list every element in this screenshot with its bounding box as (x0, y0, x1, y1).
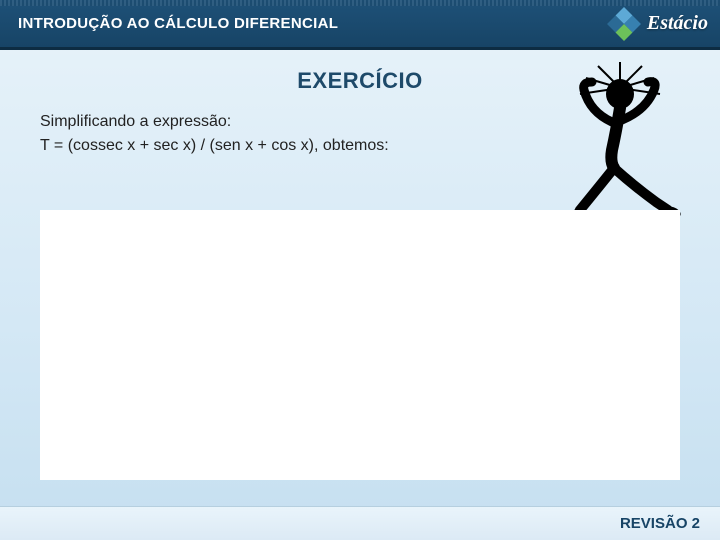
footer-bar: REVISÃO 2 (0, 506, 720, 540)
brand-text: Estácio (647, 12, 708, 35)
stick-figure-icon (550, 60, 690, 230)
header-bar: INTRODUÇÃO AO CÁLCULO DIFERENCIAL Estáci… (0, 0, 720, 50)
course-title: INTRODUÇÃO AO CÁLCULO DIFERENCIAL (18, 15, 338, 32)
brand-logo: Estácio (607, 7, 708, 41)
footer-label: REVISÃO 2 (620, 515, 700, 532)
cube-icon (607, 7, 641, 41)
answer-area (40, 210, 680, 480)
